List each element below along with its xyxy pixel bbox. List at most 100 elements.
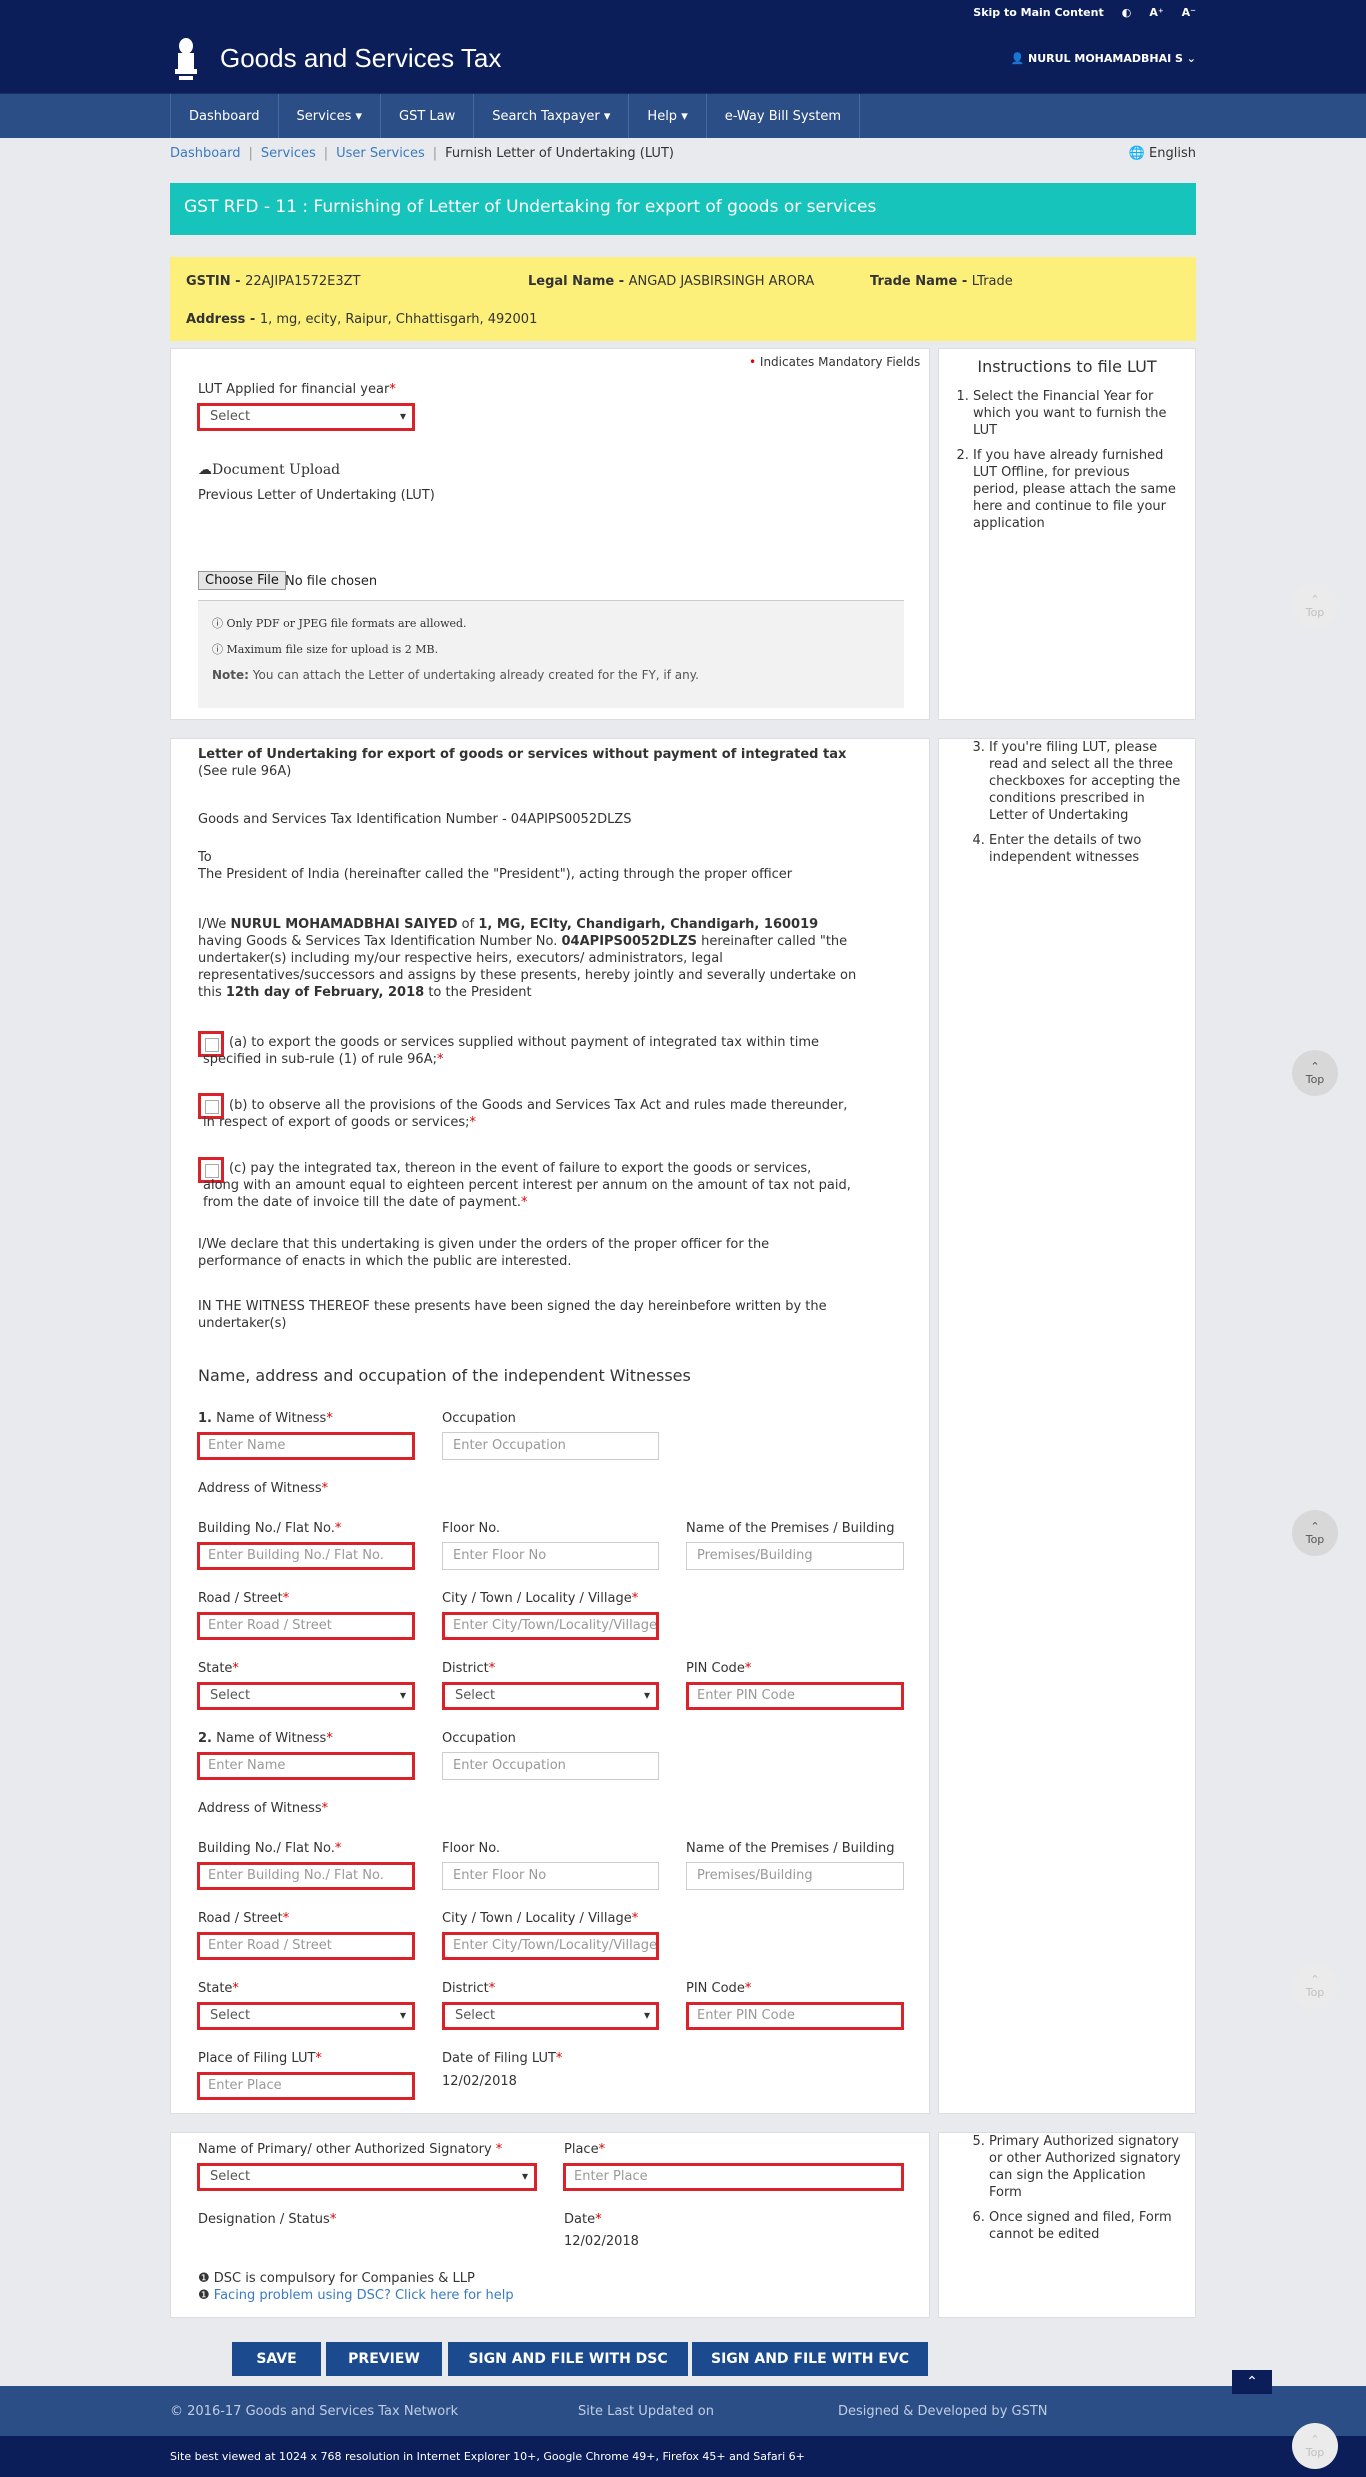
back-to-top-button[interactable]: ⌃ Top (1292, 2423, 1338, 2469)
back-to-top-button[interactable]: ⌃ Top (1292, 1050, 1338, 1096)
back-to-top-button[interactable]: ⌃ Top (1292, 1963, 1338, 2009)
breadcrumb-services[interactable]: Services (261, 146, 316, 161)
no-file-text: No file chosen (285, 574, 378, 589)
breadcrumb: Dashboard | Services | User Services | Furn… (170, 146, 674, 161)
info-icon: ❶ (198, 2288, 210, 2303)
w2-floor-input[interactable]: Enter Floor No (442, 1862, 659, 1890)
letter-para-line2: having Goods & Services Tax Identificati… (198, 934, 848, 949)
nav-dashboard[interactable]: Dashboard (170, 94, 279, 138)
place-of-filing-input[interactable]: Enter Place (197, 2072, 415, 2100)
w1-district-label: District* (442, 1661, 496, 1676)
w1-city-input[interactable]: Enter City/Town/Locality/Village (442, 1612, 659, 1640)
nav-gst-law[interactable]: GST Law (381, 94, 475, 138)
witness-statement-line2: undertaker(s) (198, 1316, 287, 1331)
signatory-date-label: Date* (564, 2212, 602, 2227)
letter-title: Letter of Undertaking for export of good… (198, 747, 847, 762)
browser-note: Site best viewed at 1024 x 768 resolutio… (0, 2436, 1366, 2477)
declaration-line2: performance of enacts in which the publi… (198, 1254, 572, 1269)
w1-building-label: Building No./ Flat No.* (198, 1521, 342, 1536)
w1-road-input[interactable]: Enter Road / Street (197, 1612, 415, 1640)
w1-occupation-input[interactable]: Enter Occupation (442, 1432, 659, 1460)
info-icon: ⓘ (212, 643, 223, 656)
user-menu[interactable]: 👤 NURUL MOHAMADBHAI S ⌄ (1010, 52, 1196, 65)
back-to-top-button[interactable]: ⌃ Top (1292, 1510, 1338, 1556)
condition-b-text: (b) to observe all the provisions of the… (229, 1098, 848, 1113)
instructions-title: Instructions to file LUT (977, 357, 1157, 376)
skip-link[interactable]: Skip to Main Content (973, 6, 1103, 19)
breadcrumb-current: Furnish Letter of Undertaking (LUT) (445, 146, 674, 161)
w1-state-label: State* (198, 1661, 239, 1676)
condition-a-text: (a) to export the goods or services supp… (229, 1035, 819, 1050)
nav-services[interactable]: Services ▾ (279, 94, 382, 138)
letter-para-line3: undertaker(s) including my/our respectiv… (198, 951, 723, 966)
w1-building-input[interactable]: Enter Building No./ Flat No. (197, 1542, 415, 1570)
w1-premises-label: Name of the Premises / Building (686, 1521, 895, 1536)
signatory-place-label: Place* (564, 2142, 606, 2157)
w1-premises-input[interactable]: Premises/Building (686, 1542, 904, 1570)
dsc-help: ❶ Facing problem using DSC? Click here f… (198, 2287, 514, 2304)
w2-premises-input[interactable]: Premises/Building (686, 1862, 904, 1890)
w2-state-label: State* (198, 1981, 239, 1996)
footer-designed: Designed & Developed by GSTN (838, 2404, 1048, 2419)
emblem-icon (175, 37, 197, 80)
w2-city-input[interactable]: Enter City/Town/Locality/Village (442, 1932, 659, 1960)
instructions-panel-2: If you're filing LUT, please read and se… (938, 738, 1196, 2114)
nav-help[interactable]: Help ▾ (629, 94, 707, 138)
w2-state-select[interactable]: Select (197, 2002, 415, 2030)
cloud-upload-icon: ☁ (198, 462, 212, 478)
preview-button[interactable]: PREVIEW (326, 2342, 442, 2376)
w1-name-input[interactable]: Enter Name (197, 1432, 415, 1460)
note-format: ⓘ Only PDF or JPEG file formats are allo… (212, 617, 467, 630)
w2-pin-input[interactable]: Enter PIN Code (686, 2002, 904, 2030)
choose-file-button[interactable]: Choose File (198, 571, 286, 590)
language-selector[interactable]: 🌐 English (1129, 146, 1196, 161)
w1-state-select[interactable]: Select (197, 1682, 415, 1710)
chevron-up-icon: ⌃ (1310, 2433, 1320, 2446)
w1-address-label: Address of Witness* (198, 1481, 329, 1496)
nav-search-taxpayer[interactable]: Search Taxpayer ▾ (474, 94, 630, 138)
nav-eway-bill[interactable]: e-Way Bill System (707, 94, 861, 138)
scroll-up-icon[interactable]: ⌃ (1232, 2370, 1272, 2394)
site-title[interactable]: Goods and Services Tax (220, 43, 501, 74)
w1-district-select[interactable]: Select (442, 1682, 659, 1710)
back-to-top-button[interactable]: ⌃ Top (1292, 583, 1338, 629)
save-button[interactable]: SAVE (232, 2342, 321, 2376)
utility-bar: Skip to Main Content ◐ A⁺ A⁻ (0, 0, 1366, 24)
contrast-icon[interactable]: ◐ (1122, 6, 1132, 19)
w2-road-input[interactable]: Enter Road / Street (197, 1932, 415, 1960)
taxpayer-info: GSTIN - 22AJIPA1572E3ZT Legal Name - ANG… (170, 257, 1196, 341)
dsc-help-link[interactable]: Facing problem using DSC? Click here for… (214, 2288, 514, 2303)
w2-building-label: Building No./ Flat No.* (198, 1841, 342, 1856)
instruction-item: Once signed and filed, Form cannot be ed… (989, 2209, 1181, 2243)
signatory-name-label: Name of Primary/ other Authorized Signat… (198, 2142, 503, 2157)
w2-district-select[interactable]: Select (442, 2002, 659, 2030)
designation-label: Designation / Status* (198, 2212, 337, 2227)
w1-pin-label: PIN Code* (686, 1661, 752, 1676)
w1-pin-input[interactable]: Enter PIN Code (686, 1682, 904, 1710)
font-decrease-button[interactable]: A⁻ (1182, 6, 1196, 19)
w2-name-input[interactable]: Enter Name (197, 1752, 415, 1780)
letter-to: To (198, 850, 212, 865)
w1-floor-input[interactable]: Enter Floor No (442, 1542, 659, 1570)
main-nav: Dashboard Services ▾ GST Law Search Taxp… (0, 94, 1366, 138)
breadcrumb-dashboard[interactable]: Dashboard (170, 146, 241, 161)
w2-occupation-input[interactable]: Enter Occupation (442, 1752, 659, 1780)
letter-para-line4: representatives/successors and assigns b… (198, 968, 857, 983)
sign-evc-button[interactable]: SIGN AND FILE WITH EVC (692, 2342, 928, 2376)
w2-building-input[interactable]: Enter Building No./ Flat No. (197, 1862, 415, 1890)
note-attach: Note: You can attach the Letter of under… (212, 668, 699, 682)
w2-road-label: Road / Street* (198, 1911, 290, 1926)
chevron-up-icon: ⌃ (1310, 593, 1320, 606)
instructions-panel-1: Instructions to file LUT Select the Fina… (938, 348, 1196, 720)
breadcrumb-user-services[interactable]: User Services (336, 146, 425, 161)
letter-president: The President of India (hereinafter call… (198, 867, 793, 882)
font-increase-button[interactable]: A⁺ (1149, 6, 1163, 19)
date-of-filing-value: 12/02/2018 (442, 2074, 517, 2089)
upload-notes: ⓘ Only PDF or JPEG file formats are allo… (198, 600, 904, 708)
sign-dsc-button[interactable]: SIGN AND FILE WITH DSC (448, 2342, 688, 2376)
condition-c-text-2: along with an amount equal to eighteen p… (203, 1178, 851, 1193)
signatory-place-input[interactable]: Enter Place (563, 2163, 904, 2191)
dsc-note: ❶ DSC is compulsory for Companies & LLP (198, 2271, 475, 2286)
signatory-select[interactable]: Select (197, 2163, 537, 2191)
fy-select[interactable]: Select (197, 403, 415, 431)
